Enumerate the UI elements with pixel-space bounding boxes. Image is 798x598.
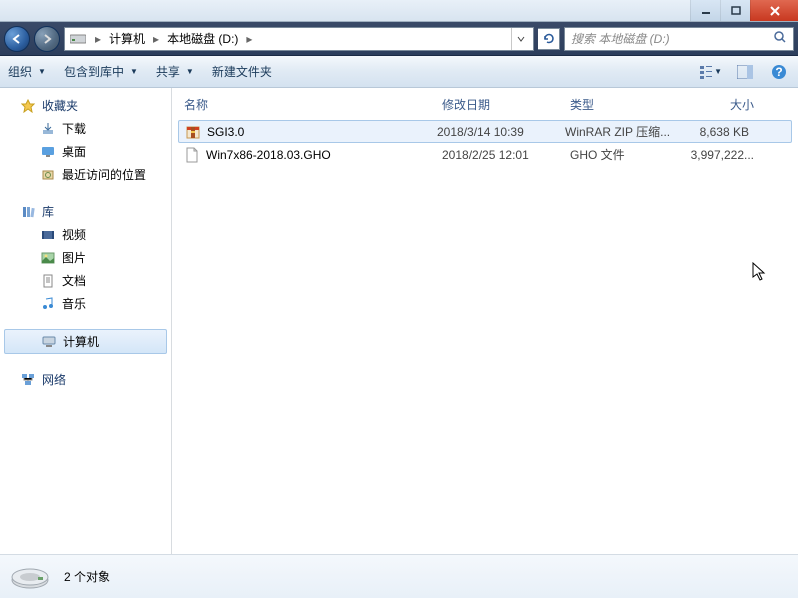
help-icon: ? <box>771 64 787 80</box>
sidebar-item-documents[interactable]: 文档 <box>0 269 171 292</box>
column-name[interactable]: 名称 <box>184 96 442 113</box>
sidebar-item-recent[interactable]: 最近访问的位置 <box>0 163 171 186</box>
document-icon <box>40 273 56 289</box>
minimize-button[interactable] <box>690 0 720 21</box>
view-options-button[interactable]: ▼ <box>700 61 722 83</box>
navigation-bar: ▸ 计算机 ▸ 本地磁盘 (D:) ▸ 搜索 本地磁盘 (D:) <box>0 22 798 56</box>
file-row[interactable]: SGI3.0 2018/3/14 10:39WinRAR ZIP 压缩...8,6… <box>178 120 792 143</box>
search-input[interactable]: 搜索 本地磁盘 (D:) <box>564 27 794 51</box>
chevron-down-icon: ▼ <box>130 67 138 76</box>
file-date: 2018/2/25 12:01 <box>442 148 570 162</box>
file-size: 3,997,222... <box>682 148 754 162</box>
recent-icon <box>40 167 56 183</box>
refresh-button[interactable] <box>538 28 560 50</box>
navigation-tree: 收藏夹 下载 桌面 最近访问的位置 库 视频 <box>0 88 172 554</box>
breadcrumb-computer[interactable]: 计算机 <box>105 28 149 50</box>
library-icon <box>20 204 36 220</box>
column-type[interactable]: 类型 <box>570 96 682 113</box>
column-date[interactable]: 修改日期 <box>442 96 570 113</box>
favorites-header[interactable]: 收藏夹 <box>0 94 171 117</box>
include-in-library-menu[interactable]: 包含到库中▼ <box>64 63 138 80</box>
status-bar: 2 个对象 <box>0 554 798 598</box>
drive-icon <box>69 32 87 46</box>
forward-button[interactable] <box>34 26 60 52</box>
chevron-down-icon <box>517 35 525 43</box>
organize-menu[interactable]: 组织▼ <box>8 63 46 80</box>
status-object-count: 2 个对象 <box>64 568 110 585</box>
computer-icon <box>41 334 57 350</box>
refresh-icon <box>542 32 556 46</box>
libraries-header[interactable]: 库 <box>0 200 171 223</box>
close-icon <box>769 5 781 17</box>
star-icon <box>20 98 36 114</box>
desktop-icon <box>40 144 56 160</box>
search-placeholder: 搜索 本地磁盘 (D:) <box>571 30 670 47</box>
network-icon <box>20 372 36 388</box>
arrow-left-icon <box>11 33 23 45</box>
close-button[interactable] <box>750 0 798 21</box>
sidebar-item-desktop[interactable]: 桌面 <box>0 140 171 163</box>
picture-icon <box>40 250 56 266</box>
archive-icon <box>185 124 201 140</box>
file-type: GHO 文件 <box>570 146 682 163</box>
new-folder-button[interactable]: 新建文件夹 <box>212 63 272 80</box>
file-type: WinRAR ZIP 压缩... <box>565 123 677 140</box>
column-size[interactable]: 大小 <box>682 96 754 113</box>
sidebar-item-computer[interactable]: 计算机 <box>4 329 167 354</box>
breadcrumb-separator-icon: ▸ <box>95 32 101 46</box>
file-name: Win7x86-2018.03.GHO <box>206 148 331 162</box>
minimize-icon <box>701 6 711 16</box>
sidebar-item-pictures[interactable]: 图片 <box>0 246 171 269</box>
preview-pane-button[interactable] <box>734 61 756 83</box>
sidebar-item-music[interactable]: 音乐 <box>0 292 171 315</box>
preview-pane-icon <box>737 65 753 79</box>
view-list-icon <box>700 65 712 79</box>
back-button[interactable] <box>4 26 30 52</box>
maximize-button[interactable] <box>720 0 750 21</box>
chevron-down-icon: ▼ <box>38 67 46 76</box>
column-headers: 名称 修改日期 类型 大小 <box>172 88 798 120</box>
toolbar: 组织▼ 包含到库中▼ 共享▼ 新建文件夹 ▼ ? <box>0 56 798 88</box>
search-icon <box>773 30 787 47</box>
address-dropdown[interactable] <box>511 28 529 50</box>
maximize-icon <box>731 6 741 16</box>
window-titlebar <box>0 0 798 22</box>
share-menu[interactable]: 共享▼ <box>156 63 194 80</box>
breadcrumb-separator-icon: ▸ <box>246 32 252 46</box>
music-icon <box>40 296 56 312</box>
file-icon <box>184 147 200 163</box>
file-name: SGI3.0 <box>207 125 244 139</box>
main-area: 收藏夹 下载 桌面 最近访问的位置 库 视频 <box>0 88 798 554</box>
file-date: 2018/3/14 10:39 <box>437 125 565 139</box>
help-button[interactable]: ? <box>768 61 790 83</box>
file-size: 8,638 KB <box>677 125 749 139</box>
chevron-down-icon: ▼ <box>714 67 722 76</box>
chevron-down-icon: ▼ <box>186 67 194 76</box>
network-header[interactable]: 网络 <box>0 368 171 391</box>
breadcrumb-separator-icon: ▸ <box>153 32 159 46</box>
download-icon <box>40 121 56 137</box>
sidebar-item-downloads[interactable]: 下载 <box>0 117 171 140</box>
drive-large-icon <box>8 562 52 592</box>
file-list-pane: 名称 修改日期 类型 大小 SGI3.0 2018/3/14 10:39WinRA… <box>172 88 798 554</box>
address-bar[interactable]: ▸ 计算机 ▸ 本地磁盘 (D:) ▸ <box>64 27 534 51</box>
svg-text:?: ? <box>775 65 782 79</box>
sidebar-item-videos[interactable]: 视频 <box>0 223 171 246</box>
breadcrumb-drive[interactable]: 本地磁盘 (D:) <box>163 28 242 50</box>
file-row[interactable]: Win7x86-2018.03.GHO 2018/2/25 12:01GHO 文件… <box>172 143 798 166</box>
video-icon <box>40 227 56 243</box>
arrow-right-icon <box>41 33 53 45</box>
